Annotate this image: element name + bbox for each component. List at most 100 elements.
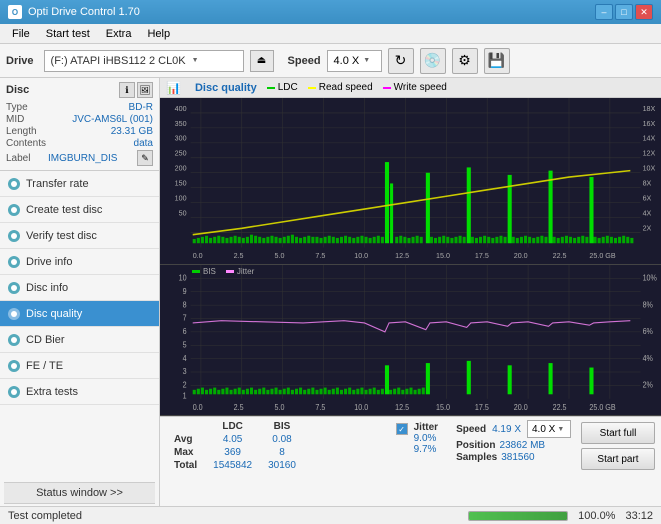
disc-length-row: Length 23.31 GB: [6, 126, 153, 137]
action-buttons: Start full Start part: [581, 420, 655, 470]
bottom-status-bar: Test completed 100.0% 33:12: [0, 506, 661, 524]
close-button[interactable]: ✕: [635, 4, 653, 20]
minimize-button[interactable]: –: [595, 4, 613, 20]
disc-label-val: IMGBURN_DIS: [48, 153, 117, 164]
disc-label-key: Label: [6, 153, 30, 164]
legend-jitter-label: Jitter: [237, 267, 254, 276]
sidebar-item-extra-tests[interactable]: Extra tests: [0, 379, 159, 405]
svg-text:4: 4: [183, 353, 187, 362]
progress-text: 100.0%: [578, 510, 615, 522]
disc-type-row: Type BD-R: [6, 102, 153, 113]
sidebar-item-cd-bier[interactable]: CD Bier: [0, 327, 159, 353]
svg-text:7: 7: [183, 313, 187, 322]
svg-text:10.0: 10.0: [354, 251, 368, 260]
svg-text:5.0: 5.0: [275, 251, 285, 260]
disc-info-icon-btn[interactable]: ℹ: [119, 82, 135, 98]
legend-jitter: Jitter: [226, 267, 254, 276]
disc-label-icon[interactable]: ✎: [137, 150, 153, 166]
svg-text:4X: 4X: [643, 208, 652, 217]
svg-text:16X: 16X: [643, 119, 656, 128]
svg-text:6X: 6X: [643, 193, 652, 202]
legend-ldc-label: LDC: [278, 82, 298, 93]
nav-label-transfer-rate: Transfer rate: [26, 178, 89, 190]
progress-bar-fill: [469, 512, 567, 520]
start-full-button[interactable]: Start full: [581, 422, 655, 444]
disc-section-title: Disc: [6, 84, 29, 96]
title-bar: O Opti Drive Control 1.70 – □ ✕: [0, 0, 661, 24]
disc-button[interactable]: 💿: [420, 48, 446, 74]
content-area: 📊 Disc quality LDC Read speed Write spee…: [160, 78, 661, 506]
app-title: Opti Drive Control 1.70: [28, 6, 595, 18]
sidebar-item-verify-test-disc[interactable]: Verify test disc: [0, 223, 159, 249]
jitter-avg-val: 9.0%: [414, 433, 438, 444]
legend-write-label: Write speed: [394, 82, 447, 93]
svg-text:3: 3: [183, 366, 187, 375]
nav-label-disc-quality: Disc quality: [26, 308, 82, 320]
svg-text:17.5: 17.5: [475, 402, 489, 411]
speed-stat-val: 4.19 X: [492, 424, 521, 435]
nav-dot-disc-quality: [8, 308, 20, 320]
menu-help[interactable]: Help: [139, 26, 178, 42]
disc-contents-key: Contents: [6, 138, 46, 149]
svg-text:100: 100: [175, 193, 187, 202]
menu-bar: File Start test Extra Help: [0, 24, 661, 44]
svg-text:10.0: 10.0: [354, 402, 368, 411]
nav-dot-drive-info: [8, 256, 20, 268]
sidebar-item-transfer-rate[interactable]: Transfer rate: [0, 171, 159, 197]
bis-chart: BIS Jitter: [160, 265, 661, 416]
drive-label: Drive: [6, 55, 34, 67]
col-bis: BIS: [260, 420, 304, 433]
save-button[interactable]: 💾: [484, 48, 510, 74]
drive-selector[interactable]: (F:) ATAPI iHBS112 2 CL0K: [44, 50, 244, 72]
disc-img-btn[interactable]: 🖼: [137, 82, 153, 98]
sidebar-item-create-test-disc[interactable]: Create test disc: [0, 197, 159, 223]
svg-text:7.5: 7.5: [315, 402, 325, 411]
legend-read: Read speed: [308, 82, 373, 93]
nav-dot-transfer: [8, 178, 20, 190]
disc-label-row: Label IMGBURN_DIS ✎: [6, 150, 153, 166]
status-window-label: Status window >>: [36, 487, 123, 499]
sidebar-item-drive-info[interactable]: Drive info: [0, 249, 159, 275]
col-ldc: LDC: [205, 420, 260, 433]
svg-text:8: 8: [183, 300, 187, 309]
nav-label-extra-tests: Extra tests: [26, 386, 78, 398]
nav-dot-create: [8, 204, 20, 216]
svg-text:12.5: 12.5: [395, 402, 409, 411]
total-label: Total: [166, 459, 205, 472]
menu-start-test[interactable]: Start test: [38, 26, 98, 42]
menu-file[interactable]: File: [4, 26, 38, 42]
toolbar: Drive (F:) ATAPI iHBS112 2 CL0K ⏏ Speed …: [0, 44, 661, 78]
svg-text:10: 10: [179, 273, 187, 282]
svg-text:25.0 GB: 25.0 GB: [589, 251, 615, 260]
speed-selector[interactable]: 4.0 X: [327, 50, 382, 72]
speed-stat-select[interactable]: 4.0 X ▼: [527, 420, 571, 438]
status-window-button[interactable]: Status window >>: [4, 482, 155, 504]
start-part-button[interactable]: Start part: [581, 448, 655, 470]
settings-button[interactable]: ⚙: [452, 48, 478, 74]
sidebar: Disc ℹ 🖼 Type BD-R MID JVC-AMS6L (001) L…: [0, 78, 160, 506]
samples-label: Samples: [456, 452, 497, 463]
svg-text:0.0: 0.0: [193, 251, 203, 260]
avg-bis: 0.08: [260, 433, 304, 446]
maximize-button[interactable]: □: [615, 4, 633, 20]
eject-button[interactable]: ⏏: [250, 50, 274, 72]
sidebar-item-disc-quality[interactable]: Disc quality: [0, 301, 159, 327]
sidebar-item-fe-te[interactable]: FE / TE: [0, 353, 159, 379]
svg-text:150: 150: [175, 178, 187, 187]
nav-dot-fe-te: [8, 360, 20, 372]
svg-text:17.5: 17.5: [475, 251, 489, 260]
svg-text:12.5: 12.5: [395, 251, 409, 260]
sidebar-nav: Transfer rate Create test disc Verify te…: [0, 171, 159, 480]
disc-length-val: 23.31 GB: [111, 126, 153, 137]
ldc-chart-svg: 400 350 300 250 200 150 100 50 18X 16X 1…: [160, 98, 661, 264]
bis-chart-svg: 10 9 8 7 6 5 4 3 2 1 10% 8% 6% 4% 2%: [160, 265, 661, 415]
jitter-col: Jitter 9.0% 9.7%: [414, 422, 438, 455]
sidebar-item-disc-info[interactable]: Disc info: [0, 275, 159, 301]
avg-label: Avg: [166, 433, 205, 446]
jitter-checkbox[interactable]: ✓: [396, 423, 408, 435]
position-val: 23862 MB: [500, 440, 546, 451]
total-bis: 30160: [260, 459, 304, 472]
svg-text:0.0: 0.0: [193, 402, 203, 411]
menu-extra[interactable]: Extra: [98, 26, 140, 42]
refresh-button[interactable]: ↻: [388, 48, 414, 74]
